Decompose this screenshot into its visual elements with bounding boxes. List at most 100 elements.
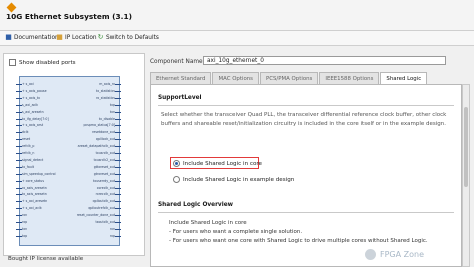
pin-line	[16, 111, 22, 113]
port-out: txn	[110, 110, 121, 114]
show-disabled-ports-checkbox[interactable]: Show disabled ports	[9, 59, 76, 66]
port-in: + s_axi	[16, 82, 34, 86]
overview-title: Shared Logic Overview	[158, 202, 233, 208]
pin-line	[16, 146, 22, 148]
pin-line	[115, 125, 121, 127]
support-level-description-1: Select whether the transceiver Quad PLL,…	[161, 112, 447, 118]
license-status: Bought IP license available	[8, 256, 84, 262]
port-in: txp	[16, 234, 27, 238]
book-icon: ■	[5, 33, 12, 41]
pin-line	[115, 194, 121, 196]
port-out: txp	[110, 103, 121, 107]
port-in: rx_axis_aresetn	[16, 186, 47, 190]
scrollbar-thumb[interactable]	[464, 107, 468, 187]
pin-line	[16, 201, 22, 203]
tab-mac-options[interactable]: MAC Options	[212, 72, 259, 84]
overview-line-3: - For users who want one core with Share…	[169, 238, 428, 244]
pin-line	[115, 222, 121, 223]
port-in: txn	[16, 227, 27, 231]
port-in: rxn	[16, 213, 27, 217]
vertical-scrollbar[interactable]	[462, 84, 470, 267]
radio-button-selected[interactable]	[173, 160, 180, 167]
pin-line	[115, 97, 121, 99]
radio-include-in-core[interactable]: Include Shared Logic in core	[173, 160, 262, 167]
tab-pcs-pma-options[interactable]: PCS/PMA Options	[260, 72, 319, 84]
port-in: refclk_p	[16, 144, 34, 148]
pin-line	[115, 146, 121, 148]
port-in: tx_axis_aresetn	[16, 192, 47, 196]
pin-line	[16, 228, 22, 230]
documentation-label: Documentation	[14, 34, 59, 41]
support-level-description-2: buffers and shareable reset/initializati…	[161, 121, 446, 127]
pin-line	[115, 173, 121, 175]
pin-line	[16, 132, 22, 134]
port-in: + s_axi_aresetn	[16, 199, 47, 203]
wechat-icon	[365, 249, 376, 260]
port-in: dclk	[16, 130, 29, 134]
port-out: rxn	[110, 227, 121, 231]
overview-line-1: Include Shared Logic in core	[169, 220, 247, 226]
port-in: + s_axis_tx	[16, 96, 40, 100]
ip-location-button[interactable]: ■ IP Location	[56, 33, 97, 41]
port-out: resetdone_out	[92, 130, 121, 134]
port-out: rxp	[110, 234, 121, 238]
pin-line	[115, 180, 121, 182]
pin-line	[115, 132, 121, 134]
port-out: txuserrdy_out	[93, 179, 121, 183]
switch-to-defaults-label: Switch to Defaults	[106, 34, 159, 41]
show-disabled-ports-label: Show disabled ports	[19, 59, 76, 66]
port-in: s_axi_aclk	[16, 103, 38, 107]
shared-logic-panel: SupportLevel Select whether the transcei…	[150, 84, 462, 267]
component-name-label: Component Name	[150, 59, 203, 65]
pin-line	[115, 215, 121, 217]
pin-line	[16, 139, 22, 141]
port-in: tx_ifg_delay[7:0]	[16, 117, 49, 121]
ip-symbol-pane: Show disabled ports + s_axi + s_axis_paus…	[3, 53, 145, 256]
port-out: coreclk_out	[97, 186, 121, 190]
port-in: refclk_n	[16, 151, 34, 155]
port-out: pcspma_status[7:0]	[83, 123, 121, 127]
pin-line	[115, 153, 121, 154]
pin-line	[115, 90, 121, 92]
pin-line	[16, 235, 22, 237]
section-divider	[158, 105, 454, 106]
port-out: txoutclk_out	[95, 220, 121, 224]
port-out: reset_counter_done_out	[77, 213, 121, 217]
pin-line	[16, 118, 22, 120]
ip-location-label: IP Location	[65, 34, 97, 41]
component-name-input[interactable]: axi_10g_ethernet_0	[203, 56, 446, 65]
folder-icon: ■	[56, 33, 63, 41]
pin-line	[115, 111, 121, 113]
port-out: tx_disable	[99, 117, 121, 121]
port-list: + s_axi + s_axis_pause + s_axis_tx s_axi_ac…	[16, 76, 121, 244]
port-in: + s_axis_pause	[16, 89, 47, 93]
tab-ieee1588-options[interactable]: IEEE1588 Options	[319, 72, 380, 84]
port-in: + s_axis_arst	[16, 123, 43, 127]
port-in: + core_status	[16, 179, 44, 183]
documentation-button[interactable]: ■ Documentation	[5, 34, 59, 41]
app-logo-icon	[6, 2, 17, 13]
pin-line	[16, 90, 22, 92]
pin-line	[16, 187, 22, 189]
pin-line	[16, 166, 22, 168]
port-out: txusrclk2_out	[94, 158, 121, 162]
pin-line	[115, 139, 121, 141]
tab-ethernet-standard[interactable]: Ethernet Standard	[150, 72, 212, 84]
port-out: gtrxreset_out	[94, 172, 121, 176]
pin-line	[16, 208, 22, 210]
radio-button[interactable]	[173, 176, 180, 183]
option-example-label: Include Shared Logic in example design	[183, 176, 295, 183]
section-divider	[158, 212, 454, 213]
port-in: tx_fault	[16, 165, 34, 169]
checkbox-box[interactable]	[9, 59, 16, 66]
port-in: s_axi_aresetn	[16, 110, 44, 114]
watermark-text: FPGA Zone	[380, 250, 425, 259]
port-out: rxrecclk_out	[96, 192, 121, 196]
radio-include-in-example[interactable]: Include Shared Logic in example design	[173, 176, 294, 183]
port-out: txusrclk_out	[96, 151, 121, 155]
switch-to-defaults-button[interactable]: ↻ Switch to Defaults	[97, 34, 159, 41]
toolbar: ■ Documentation ■ IP Location ↻ Switch t…	[0, 30, 474, 46]
pin-line	[115, 159, 121, 161]
pin-line	[16, 84, 22, 85]
pin-line	[115, 166, 121, 168]
